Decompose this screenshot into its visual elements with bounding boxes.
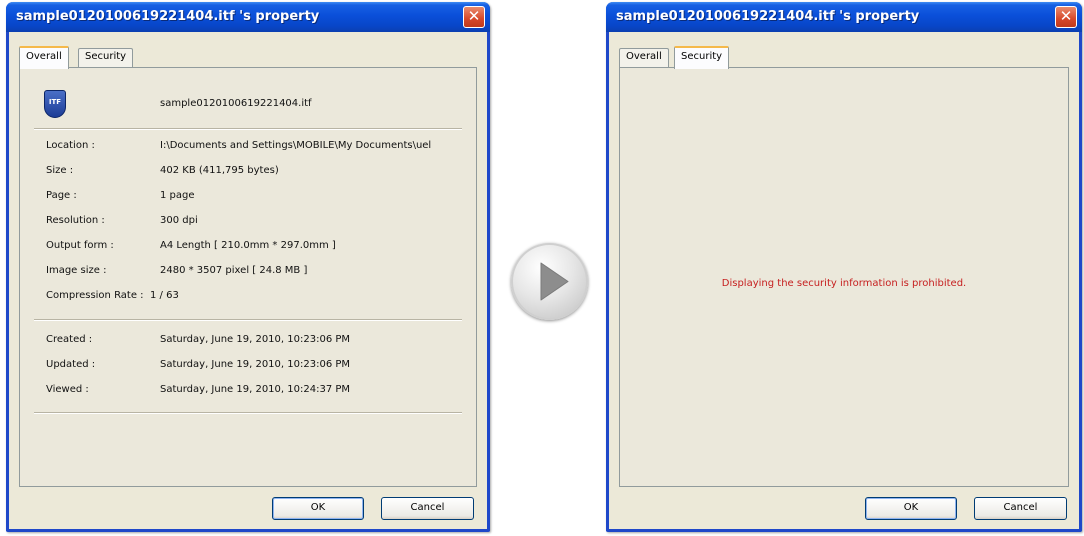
tab-overall[interactable]: Overall bbox=[619, 48, 669, 68]
property-dialog-overall: sample0120100619221404.itf 's property ✕… bbox=[6, 2, 490, 532]
date-label: Updated : bbox=[46, 359, 96, 370]
property-row-location: Location : I:\Documents and Settings\MOB… bbox=[34, 140, 470, 156]
property-row-size: Size : 402 KB (411,795 bytes) bbox=[34, 165, 470, 181]
ok-button[interactable]: OK bbox=[865, 497, 957, 520]
ok-button[interactable]: OK bbox=[272, 497, 364, 520]
cancel-button[interactable]: Cancel bbox=[381, 497, 474, 520]
overall-panel: ITF sample0120100619221404.itf Location … bbox=[19, 67, 477, 487]
cancel-button[interactable]: Cancel bbox=[974, 497, 1067, 520]
play-triangle bbox=[540, 262, 569, 301]
property-label: Image size : bbox=[46, 265, 107, 276]
divider bbox=[34, 412, 462, 414]
play-arrow-icon bbox=[511, 243, 588, 320]
security-panel: Displaying the security information is p… bbox=[619, 67, 1069, 487]
property-row-compression-rate: Compression Rate : 1 / 63 bbox=[34, 290, 470, 306]
property-value: I:\Documents and Settings\MOBILE\My Docu… bbox=[160, 140, 432, 151]
property-row-image-size: Image size : 2480 * 3507 pixel [ 24.8 MB… bbox=[34, 265, 470, 281]
tab-security[interactable]: Security bbox=[78, 48, 134, 68]
property-label: Resolution : bbox=[46, 215, 105, 226]
close-icon[interactable]: ✕ bbox=[1055, 6, 1077, 28]
property-label: Output form : bbox=[46, 240, 114, 251]
file-name: sample0120100619221404.itf bbox=[160, 98, 312, 109]
date-value: Saturday, June 19, 2010, 10:23:06 PM bbox=[160, 334, 351, 345]
date-value: Saturday, June 19, 2010, 10:23:06 PM bbox=[160, 359, 351, 370]
close-icon[interactable]: ✕ bbox=[463, 6, 485, 28]
property-label: Compression Rate : bbox=[46, 290, 144, 301]
date-label: Viewed : bbox=[46, 384, 89, 395]
title-bar[interactable]: sample0120100619221404.itf 's property ✕ bbox=[606, 2, 1082, 32]
property-label: Size : bbox=[46, 165, 74, 176]
property-row-output-form: Output form : A4 Length [ 210.0mm * 297.… bbox=[34, 240, 470, 256]
property-value: 402 KB (411,795 bytes) bbox=[160, 165, 279, 176]
property-value: A4 Length [ 210.0mm * 297.0mm ] bbox=[160, 240, 336, 251]
date-label: Created : bbox=[46, 334, 93, 345]
property-value: 2480 * 3507 pixel [ 24.8 MB ] bbox=[160, 265, 308, 276]
property-value: 1 page bbox=[160, 190, 195, 201]
date-row-viewed: Viewed : Saturday, June 19, 2010, 10:24:… bbox=[34, 384, 470, 400]
window-title: sample0120100619221404.itf 's property bbox=[16, 9, 320, 24]
property-value: 1 / 63 bbox=[150, 290, 179, 301]
divider bbox=[34, 319, 462, 321]
property-row-page: Page : 1 page bbox=[34, 190, 470, 206]
divider bbox=[34, 128, 462, 130]
tab-overall[interactable]: Overall bbox=[19, 46, 69, 69]
date-row-created: Created : Saturday, June 19, 2010, 10:23… bbox=[34, 334, 470, 350]
date-row-updated: Updated : Saturday, June 19, 2010, 10:23… bbox=[34, 359, 470, 375]
tab-security[interactable]: Security bbox=[674, 46, 730, 69]
property-value: 300 dpi bbox=[160, 215, 198, 226]
itf-file-icon: ITF bbox=[44, 90, 66, 118]
title-bar[interactable]: sample0120100619221404.itf 's property ✕ bbox=[6, 2, 490, 32]
property-label: Location : bbox=[46, 140, 95, 151]
property-row-resolution: Resolution : 300 dpi bbox=[34, 215, 470, 231]
date-value: Saturday, June 19, 2010, 10:24:37 PM bbox=[160, 384, 351, 395]
window-title: sample0120100619221404.itf 's property bbox=[616, 9, 920, 24]
property-dialog-security: sample0120100619221404.itf 's property ✕… bbox=[606, 2, 1082, 532]
security-prohibited-message: Displaying the security information is p… bbox=[721, 278, 967, 289]
property-label: Page : bbox=[46, 190, 77, 201]
